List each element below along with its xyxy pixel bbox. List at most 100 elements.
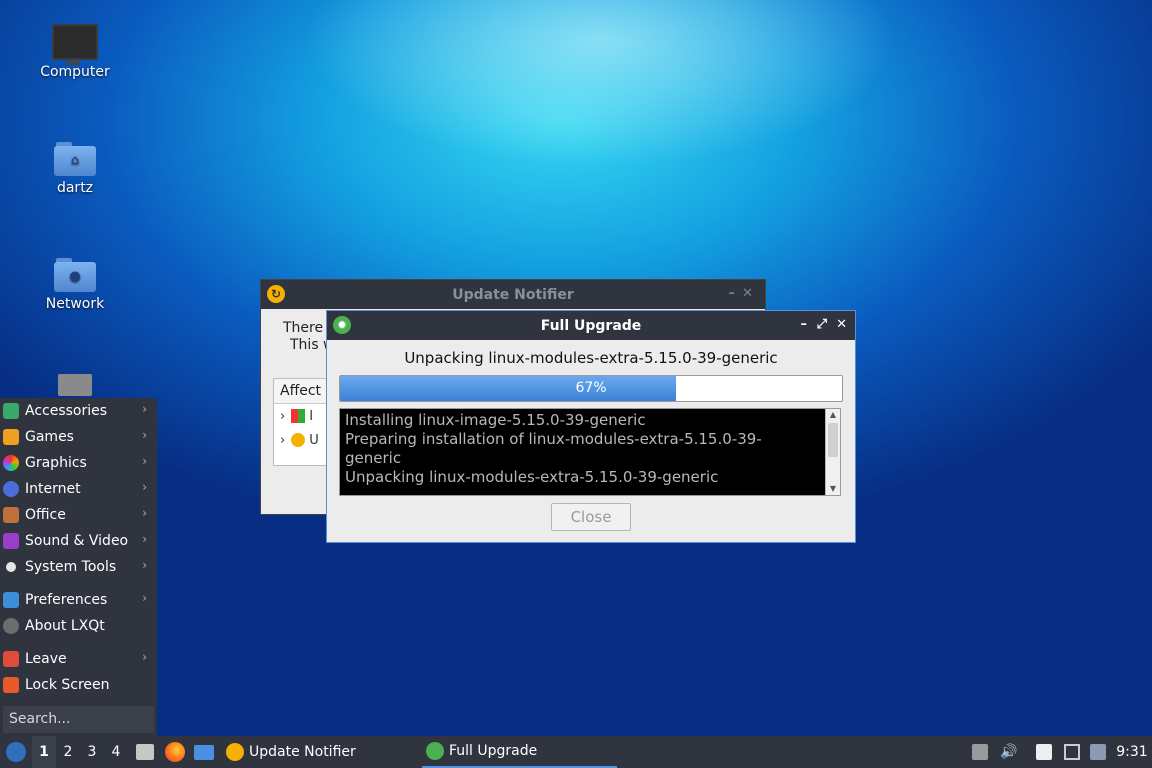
home-folder-icon: ⌂: [54, 142, 96, 176]
menu-separator: [0, 580, 157, 587]
system-tools-icon: [6, 562, 16, 572]
file-manager-icon: [136, 744, 154, 760]
volume-icon[interactable]: 🔊: [1000, 744, 1017, 760]
gear-icon: [426, 742, 444, 760]
update-notifier-icon: ↻: [267, 285, 285, 303]
menu-item-sound-video[interactable]: Sound & Video ›: [0, 528, 157, 554]
full-upgrade-titlebar[interactable]: ✹ Full Upgrade – ⤢ ✕: [327, 311, 855, 340]
menu-item-games[interactable]: Games ›: [0, 424, 157, 450]
workspace-3[interactable]: 3: [80, 736, 104, 768]
start-menu: Accessories › Games › Graphics › Interne…: [0, 398, 157, 736]
notification-icon[interactable]: [1090, 744, 1106, 760]
menu-item-office[interactable]: Office ›: [0, 502, 157, 528]
scroll-down-icon[interactable]: ▼: [826, 483, 840, 495]
games-icon: [3, 429, 19, 445]
log-line: Preparing installation of linux-modules-…: [345, 430, 762, 448]
menu-item-accessories[interactable]: Accessories ›: [0, 398, 157, 424]
firefox-icon: [165, 742, 185, 762]
chevron-right-icon: ›: [142, 532, 147, 546]
log-line: Unpacking linux-modules-extra-5.15.0-39-…: [345, 468, 719, 486]
workspace-1[interactable]: 1: [32, 736, 56, 768]
minimize-icon[interactable]: –: [729, 286, 736, 301]
log-scrollbar[interactable]: ▲ ▼: [825, 409, 840, 495]
graphics-icon: [3, 455, 19, 471]
clock[interactable]: 9:31: [1116, 736, 1148, 768]
task-full-upgrade[interactable]: Full Upgrade: [422, 736, 617, 768]
desktop-icon-label: dartz: [56, 180, 94, 196]
preferences-icon: [3, 592, 19, 608]
expand-arrow-icon[interactable]: ›: [280, 433, 285, 448]
menu-item-leave[interactable]: Leave ›: [0, 646, 157, 672]
menu-item-preferences[interactable]: Preferences ›: [0, 587, 157, 613]
menu-item-about-lxqt[interactable]: About LXQt: [0, 613, 157, 639]
chevron-right-icon: ›: [142, 558, 147, 572]
package-icon: [291, 409, 306, 423]
update-icon: [291, 433, 306, 447]
desktop-icon-network[interactable]: ● Network: [20, 258, 130, 312]
workspace-2[interactable]: 2: [56, 736, 80, 768]
log-line: generic: [345, 449, 402, 467]
tree-row[interactable]: › U: [274, 428, 334, 452]
chevron-right-icon: ›: [142, 454, 147, 468]
firefox-launcher[interactable]: [163, 736, 185, 768]
lock-icon: [3, 677, 19, 693]
power-icon: [3, 651, 19, 667]
log-line: Installing linux-image-5.15.0-39-generic: [345, 411, 646, 429]
menu-item-graphics[interactable]: Graphics ›: [0, 450, 157, 476]
upgrade-status-text: Unpacking linux-modules-extra-5.15.0-39-…: [404, 349, 778, 367]
desktop-icon-computer[interactable]: Computer: [20, 24, 130, 80]
progress-label: 67%: [575, 380, 607, 396]
accessories-icon: [3, 403, 19, 419]
sound-video-icon: [3, 533, 19, 549]
close-button[interactable]: Close: [551, 503, 631, 531]
menu-item-lock-screen[interactable]: Lock Screen: [0, 672, 157, 698]
desktop-icon-trash[interactable]: [20, 374, 130, 396]
trash-icon: [58, 374, 92, 396]
info-icon: [3, 618, 19, 634]
network-icon[interactable]: [1064, 744, 1080, 760]
office-icon: [3, 507, 19, 523]
chevron-right-icon: ›: [142, 506, 147, 520]
tray-updates-icon[interactable]: [972, 744, 988, 760]
tree-row[interactable]: › I: [274, 404, 334, 428]
file-manager-launcher[interactable]: [134, 736, 156, 768]
network-folder-icon: ●: [54, 258, 96, 292]
menu-search-input[interactable]: Search...: [3, 706, 154, 733]
computer-icon: [52, 24, 98, 65]
internet-icon: [3, 481, 19, 497]
desktop-icon-home[interactable]: ⌂ dartz: [20, 142, 130, 196]
chevron-right-icon: ›: [142, 591, 147, 605]
task-update-notifier[interactable]: Update Notifier: [226, 736, 416, 768]
desktop-icon-label: Network: [45, 296, 105, 312]
scrollbar-thumb[interactable]: [828, 423, 838, 457]
show-desktop-icon: [194, 745, 214, 760]
start-menu-button[interactable]: [4, 736, 28, 768]
log-lines: Installing linux-image-5.15.0-39-generic…: [345, 411, 820, 487]
expand-arrow-icon[interactable]: ›: [280, 409, 285, 424]
upgrade-progress-bar: 67%: [339, 375, 843, 402]
chevron-right-icon: ›: [142, 428, 147, 442]
full-upgrade-window: ✹ Full Upgrade – ⤢ ✕ Unpacking linux-mod…: [326, 310, 856, 543]
menu-item-system-tools[interactable]: System Tools ›: [0, 554, 157, 580]
tree-header: Affect: [274, 379, 334, 404]
chevron-right-icon: ›: [142, 480, 147, 494]
update-notifier-titlebar[interactable]: ↻ Update Notifier – ✕: [261, 280, 765, 309]
close-icon[interactable]: ✕: [836, 317, 847, 332]
chevron-right-icon: ›: [142, 402, 147, 416]
close-icon[interactable]: ✕: [742, 286, 753, 301]
menu-item-internet[interactable]: Internet ›: [0, 476, 157, 502]
upgrade-log[interactable]: Installing linux-image-5.15.0-39-generic…: [339, 408, 841, 496]
desktop-icon-label: Computer: [40, 64, 110, 80]
window-title: Full Upgrade: [540, 317, 642, 334]
minimize-icon[interactable]: –: [801, 317, 808, 332]
clipboard-icon[interactable]: [1036, 744, 1052, 760]
gear-icon: ✹: [333, 316, 351, 334]
taskbar: 1 2 3 4 Update Notifier Full Upgrade 🔊 9…: [0, 736, 1152, 768]
lxqt-logo-icon: [6, 742, 26, 762]
scroll-up-icon[interactable]: ▲: [826, 409, 840, 421]
window-title: Update Notifier: [452, 286, 574, 303]
menu-separator: [0, 639, 157, 646]
maximize-icon[interactable]: ⤢: [817, 317, 827, 332]
workspace-4[interactable]: 4: [104, 736, 128, 768]
desktop-launcher[interactable]: [192, 736, 214, 768]
